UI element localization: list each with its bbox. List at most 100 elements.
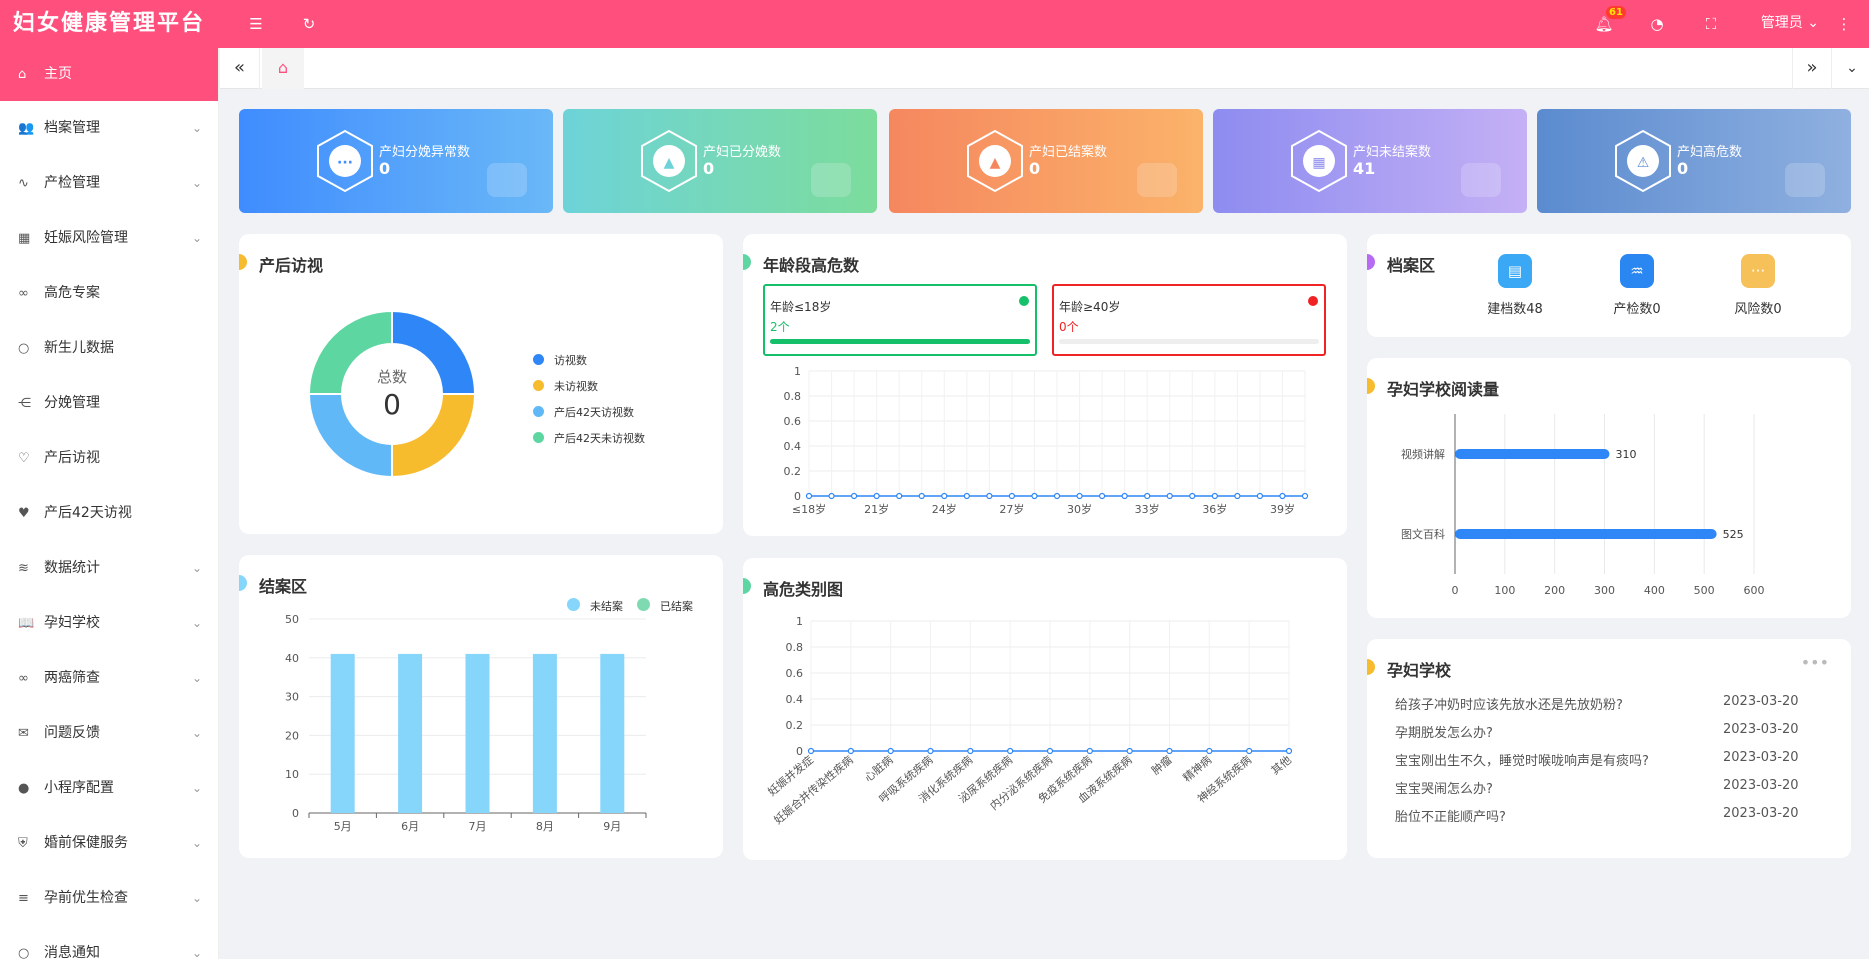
- sidebar-item-0[interactable]: ⌂ 主页: [0, 48, 218, 101]
- list-item[interactable]: 孕期脱发怎么办? 2023-03-20: [1395, 722, 1805, 746]
- data-point[interactable]: [1285, 747, 1293, 755]
- data-point[interactable]: [887, 747, 894, 755]
- list-item[interactable]: 给孩子冲奶时应该先放水还是先放奶粉? 2023-03-20: [1395, 694, 1805, 718]
- data-point[interactable]: [1121, 492, 1128, 500]
- x-tick-label: 30岁: [1067, 502, 1092, 516]
- x-tick-label: 24岁: [932, 502, 957, 516]
- data-point[interactable]: [1053, 492, 1061, 500]
- sidebar-item-8[interactable]: ♥ 产后42天访视: [0, 486, 218, 541]
- data-point[interactable]: [896, 492, 903, 500]
- sidebar-item-11[interactable]: ∞ 两癌筛查 ⌄: [0, 651, 218, 706]
- sidebar-item-10[interactable]: 📖 孕妇学校 ⌄: [0, 596, 218, 651]
- sidebar-item-14[interactable]: ⛨ 婚前保健服务 ⌄: [0, 816, 218, 871]
- data-point[interactable]: [1046, 747, 1054, 755]
- data-point[interactable]: [918, 492, 925, 500]
- tabs-dropdown-icon[interactable]: ⌄: [1832, 48, 1869, 89]
- archive-label: 产检数0: [1613, 302, 1661, 317]
- bar[interactable]: [1455, 449, 1610, 459]
- stat-card-4[interactable]: ⚠ 产妇高危数 0: [1537, 109, 1851, 213]
- data-point[interactable]: [967, 747, 974, 755]
- data-point[interactable]: [1234, 492, 1241, 500]
- data-point[interactable]: [1166, 747, 1173, 755]
- sidebar-item-9[interactable]: ≋ 数据统计 ⌄: [0, 541, 218, 596]
- menu-toggle-icon[interactable]: ☰: [244, 12, 268, 36]
- data-point[interactable]: [847, 747, 854, 755]
- scroll-left-icon[interactable]: «: [220, 48, 260, 89]
- bar[interactable]: [330, 653, 355, 813]
- list-item[interactable]: 宝宝刚出生不久，睡觉时喉咙响声是有痰吗? 2023-03-20: [1395, 750, 1805, 774]
- data-point[interactable]: [873, 492, 880, 500]
- stat-card-2[interactable]: ▲ 产妇已结案数 0: [889, 109, 1203, 213]
- list-icon: ≡: [18, 891, 29, 906]
- data-point[interactable]: [963, 492, 970, 500]
- dashboard-icon[interactable]: ◔: [1645, 12, 1669, 36]
- legend-item[interactable]: 访视数: [533, 352, 587, 368]
- data-point[interactable]: [1246, 747, 1253, 755]
- scroll-right-icon[interactable]: »: [1792, 48, 1832, 89]
- home-tab-icon[interactable]: ⌂: [262, 48, 304, 89]
- data-point[interactable]: [1008, 492, 1016, 500]
- sidebar-item-1[interactable]: 👥 档案管理 ⌄: [0, 101, 218, 156]
- sidebar-item-13[interactable]: ● 小程序配置 ⌄: [0, 761, 218, 816]
- more-options-icon[interactable]: •••: [1801, 653, 1829, 672]
- fullscreen-icon[interactable]: ⛶: [1699, 12, 1723, 36]
- data-point[interactable]: [850, 492, 858, 500]
- sidebar-item-2[interactable]: ∿ 产检管理 ⌄: [0, 156, 218, 211]
- data-point[interactable]: [805, 492, 813, 500]
- data-point[interactable]: [1144, 492, 1151, 500]
- data-point[interactable]: [828, 492, 835, 500]
- sidebar-item-5[interactable]: ○ 新生儿数据: [0, 321, 218, 376]
- list-item[interactable]: 宝宝哭闹怎么办? 2023-03-20: [1395, 778, 1805, 802]
- donut-slice[interactable]: [307, 393, 393, 479]
- archive-item-1[interactable]: ♒ 产检数0: [1597, 254, 1677, 317]
- article-title: 宝宝哭闹怎么办?: [1395, 782, 1493, 797]
- data-point[interactable]: [1256, 492, 1264, 500]
- archive-item-0[interactable]: ▤ 建档数48: [1475, 254, 1555, 317]
- sidebar-item-12[interactable]: ✉ 问题反馈 ⌄: [0, 706, 218, 761]
- sidebar-item-15[interactable]: ≡ 孕前优生检查 ⌄: [0, 871, 218, 926]
- legend-item[interactable]: 产后42天访视数: [533, 404, 634, 420]
- data-point[interactable]: [941, 492, 948, 500]
- sidebar-item-4[interactable]: ∞ 高危专案: [0, 266, 218, 321]
- refresh-icon[interactable]: ↻: [297, 12, 321, 36]
- data-point[interactable]: [1166, 492, 1173, 500]
- data-point[interactable]: [1211, 492, 1218, 500]
- y-tick-label: 50: [285, 613, 299, 626]
- data-point[interactable]: [807, 747, 815, 755]
- bar[interactable]: [1455, 529, 1717, 539]
- stat-card-1[interactable]: ▲ 产妇已分娩数 0: [563, 109, 877, 213]
- sidebar-item-label: 孕妇学校: [44, 615, 100, 631]
- archive-item-2[interactable]: ··· 风险数0: [1718, 254, 1798, 317]
- legend-item[interactable]: 未访视数: [533, 378, 598, 394]
- bar[interactable]: [398, 653, 423, 813]
- bell-icon[interactable]: 🔔︎ 61: [1592, 6, 1626, 36]
- data-point[interactable]: [1279, 492, 1286, 500]
- stat-card-3[interactable]: ▦ 产妇未结案数 41: [1213, 109, 1527, 213]
- sidebar-item-label: 两癌筛查: [44, 670, 100, 686]
- bar[interactable]: [532, 653, 557, 813]
- data-point[interactable]: [1301, 492, 1309, 500]
- data-point[interactable]: [1086, 747, 1093, 755]
- donut-slice[interactable]: [391, 393, 477, 479]
- data-point[interactable]: [1126, 747, 1133, 755]
- data-point[interactable]: [1076, 492, 1083, 500]
- circle-icon: ○: [18, 341, 30, 356]
- admin-menu[interactable]: 管理员 ⌄: [1761, 0, 1819, 48]
- bar[interactable]: [600, 653, 625, 813]
- bar[interactable]: [465, 653, 490, 813]
- sidebar-item-6[interactable]: ⋲ 分娩管理: [0, 376, 218, 431]
- sidebar-item-7[interactable]: ♡ 产后访视: [0, 431, 218, 486]
- more-vertical-icon[interactable]: ⋮: [1832, 12, 1856, 36]
- legend-item[interactable]: 产后42天未访视数: [533, 430, 645, 446]
- sidebar-item-3[interactable]: ▦ 妊娠风险管理 ⌄: [0, 211, 218, 266]
- data-point[interactable]: [1031, 492, 1038, 500]
- list-item[interactable]: 胎位不正能顺产吗? 2023-03-20: [1395, 806, 1805, 830]
- data-point[interactable]: [1189, 492, 1196, 500]
- data-point[interactable]: [1007, 747, 1014, 755]
- data-point[interactable]: [986, 492, 993, 500]
- stat-card-0[interactable]: ··· 产妇分娩异常数 0: [239, 109, 553, 213]
- data-point[interactable]: [927, 747, 934, 755]
- data-point[interactable]: [1098, 492, 1106, 500]
- sidebar-item-16[interactable]: ○ 消息通知 ⌄: [0, 926, 218, 959]
- data-point[interactable]: [1206, 747, 1213, 755]
